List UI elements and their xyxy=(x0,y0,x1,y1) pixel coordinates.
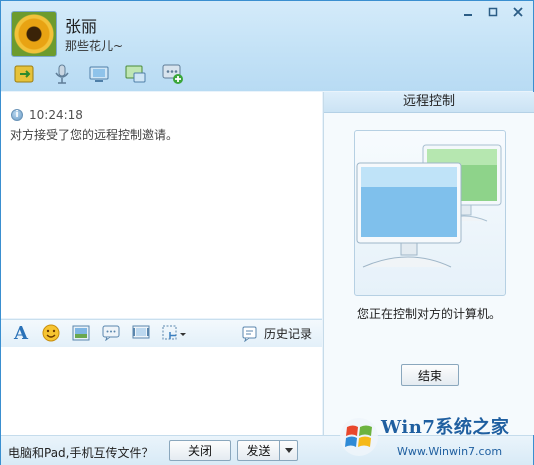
avatar[interactable] xyxy=(11,11,57,57)
window-controls xyxy=(457,4,529,19)
panel-title: 远程控制 xyxy=(324,92,534,113)
message-header: i 10:24:18 xyxy=(11,108,83,122)
file-transfer-icon[interactable] xyxy=(13,63,37,85)
toolbar xyxy=(13,63,185,85)
bubble-icon[interactable] xyxy=(101,323,121,343)
more-apps-icon[interactable] xyxy=(161,63,185,85)
chat-window: 张丽 那些花儿~ i 10:24:18 对方接受了您的远程控制邀请。 A 历史记… xyxy=(0,0,534,465)
screen-icon[interactable] xyxy=(131,323,151,343)
maximize-icon[interactable] xyxy=(482,4,504,19)
screenshot-icon[interactable] xyxy=(161,323,189,343)
end-button[interactable]: 结束 xyxy=(401,364,459,386)
remote-desktop-icon[interactable] xyxy=(124,63,148,85)
contact-name[interactable]: 张丽 xyxy=(65,13,97,37)
remote-control-illustration xyxy=(354,130,506,296)
history-label: 历史记录 xyxy=(263,327,312,341)
font-icon[interactable]: A xyxy=(11,323,31,344)
remote-control-panel: 远程控制 您正在控制对方的计算机。 结束 xyxy=(323,92,534,435)
video-icon[interactable] xyxy=(87,63,111,85)
send-options-button[interactable] xyxy=(279,440,298,461)
send-button[interactable]: 发送 xyxy=(237,440,279,461)
watermark-brand: Win7系统之家 xyxy=(381,417,510,438)
watermark-logo: Win7系统之家 Www.Winwin7.com xyxy=(337,411,533,464)
system-message: 对方接受了您的远程控制邀请。 xyxy=(10,128,179,142)
windows-logo-icon xyxy=(340,418,378,456)
panel-status: 您正在控制对方的计算机。 xyxy=(356,307,501,321)
info-icon: i xyxy=(11,109,23,121)
image-icon[interactable] xyxy=(71,323,91,343)
minimize-icon[interactable] xyxy=(457,4,479,19)
chevron-down-icon xyxy=(284,448,293,453)
voice-icon[interactable] xyxy=(50,63,74,85)
close-button[interactable]: 关闭 xyxy=(169,440,231,461)
emoji-icon[interactable] xyxy=(41,323,61,343)
close-icon[interactable] xyxy=(507,4,529,19)
format-toolbar: A 历史记录 xyxy=(1,319,322,348)
chat-history[interactable]: i 10:24:18 对方接受了您的远程控制邀请。 xyxy=(1,92,322,318)
history-button[interactable]: 历史记录 xyxy=(242,325,312,342)
contact-signature: 那些花儿~ xyxy=(65,39,124,53)
header: 张丽 那些花儿~ xyxy=(1,1,533,91)
message-time: 10:24:18 xyxy=(29,108,83,122)
watermark-url: Www.Winwin7.com xyxy=(397,445,503,458)
message-input[interactable] xyxy=(1,347,322,435)
history-icon xyxy=(242,326,257,342)
file-transfer-prompt[interactable]: 电脑和Pad,手机互传文件？ xyxy=(8,444,153,461)
